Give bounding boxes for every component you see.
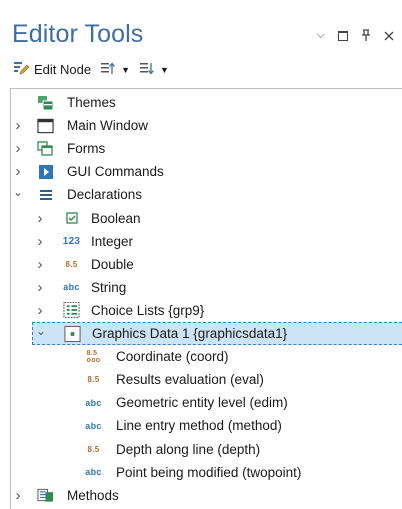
tree-node-forms[interactable]: › Forms <box>11 137 401 160</box>
close-icon[interactable] <box>384 30 394 43</box>
expand-chevron-icon[interactable]: › <box>13 163 23 180</box>
tree-node-string[interactable]: › abc String <box>11 276 401 299</box>
expand-chevron-icon[interactable]: › <box>35 256 45 273</box>
tree-node-integer[interactable]: › 123 Integer <box>11 230 401 253</box>
move-up-dropdown[interactable]: ▼ <box>101 61 131 78</box>
tree-node-graphics-data[interactable]: ⌄ Graphics Data 1 {graphicsdata1} <box>32 322 402 345</box>
collapse-chevron-icon[interactable]: ⌄ <box>36 324 46 338</box>
tree-node-label: Forms <box>67 141 106 157</box>
double-icon: 8.5 <box>87 444 100 454</box>
tree-node-themes[interactable]: Themes <box>11 91 401 114</box>
tree-node-label: Methods <box>67 487 119 503</box>
tree-node-label: Integer <box>91 233 134 249</box>
edit-node-icon <box>14 61 30 78</box>
window-controls: ⌵ <box>317 29 394 43</box>
tree-node-label: Depth along line (depth) <box>116 441 261 457</box>
tree-node-label: Choice Lists {grp9} <box>91 302 205 318</box>
tree-node-label: Results evaluation (eval) <box>116 372 264 388</box>
toolbar: Edit Node ▼ ▼ <box>14 61 179 78</box>
collapse-chevron-icon[interactable]: ⌄ <box>13 185 23 199</box>
tree-node-declarations[interactable]: ⌄ Declarations <box>11 183 401 206</box>
tree-node-choice-lists[interactable]: › Choice Lists {grp9} <box>11 299 401 322</box>
boolean-icon <box>63 210 80 227</box>
tree-node-line-entry[interactable]: abc Line entry method (method) <box>11 414 401 437</box>
tree-node-label: GUI Commands <box>67 164 164 180</box>
string-icon: abc <box>85 420 102 431</box>
tree-node-gui-commands[interactable]: › GUI Commands <box>11 160 401 183</box>
tree-view: Themes › Main Window › Forms › GUI Commands ⌄ De… <box>10 88 402 509</box>
panel-menu-chevron-icon[interactable]: ⌵ <box>317 29 325 42</box>
tree-node-label: Boolean <box>91 210 141 226</box>
maximize-icon[interactable] <box>338 31 348 41</box>
tree-node-label: Declarations <box>67 187 143 203</box>
chevron-down-icon: ▼ <box>121 64 131 75</box>
graphics-data-icon <box>64 325 81 342</box>
tree-node-point-mod[interactable]: abc Point being modified (twopoint) <box>11 461 401 484</box>
tree-node-label: Graphics Data 1 {graphicsdata1} <box>92 326 288 341</box>
tree-node-label: Line entry method (method) <box>116 418 282 434</box>
choice-list-icon <box>63 302 80 319</box>
tree-node-label: Coordinate (coord) <box>116 349 229 365</box>
chevron-down-icon: ▼ <box>160 64 169 75</box>
expand-chevron-icon[interactable]: › <box>35 233 45 250</box>
move-down-icon <box>140 62 155 78</box>
tree-node-label: Main Window <box>67 118 149 134</box>
edit-node-button[interactable]: Edit Node <box>14 61 91 78</box>
declarations-icon <box>37 186 54 203</box>
tree-node-label: Themes <box>67 95 116 110</box>
gui-commands-icon <box>37 163 54 180</box>
move-down-dropdown[interactable]: ▼ <box>140 62 169 78</box>
tree-node-label: String <box>91 279 127 295</box>
tree-node-boolean[interactable]: › Boolean <box>11 207 401 230</box>
string-icon: abc <box>85 397 102 408</box>
expand-chevron-icon[interactable]: › <box>35 210 45 227</box>
tree-node-coordinate[interactable]: 8.5 ooo Coordinate (coord) <box>11 345 401 368</box>
tree-node-geom-entity[interactable]: abc Geometric entity level (edim) <box>11 391 401 414</box>
themes-icon <box>37 94 54 111</box>
string-icon: abc <box>63 282 80 293</box>
forms-icon <box>37 140 54 157</box>
coordinate-icon: 8.5 ooo <box>86 349 101 364</box>
expand-chevron-icon[interactable]: › <box>13 140 23 157</box>
double-icon: 8.5 <box>65 259 78 269</box>
expand-chevron-icon[interactable]: › <box>13 487 23 504</box>
methods-icon <box>37 487 54 504</box>
window-icon <box>37 117 54 134</box>
tree-node-label: Double <box>91 256 134 272</box>
move-up-icon <box>101 61 116 78</box>
tree-node-double[interactable]: › 8.5 Double <box>11 253 401 276</box>
string-icon: abc <box>85 467 102 478</box>
tree-node-main-window[interactable]: › Main Window <box>11 114 401 137</box>
integer-icon: 123 <box>62 235 81 247</box>
double-icon: 8.5 <box>87 375 100 385</box>
expand-chevron-icon[interactable]: › <box>35 279 45 296</box>
tree-node-label: Geometric entity level (edim) <box>116 395 288 411</box>
panel-title: Editor Tools <box>12 20 144 48</box>
expand-chevron-icon[interactable]: › <box>35 302 45 319</box>
tree-node-label: Point being modified (twopoint) <box>116 464 302 480</box>
tree-node-depth[interactable]: 8.5 Depth along line (depth) <box>11 438 401 461</box>
tree-node-methods[interactable]: › Methods <box>11 484 401 507</box>
tree-node-results-eval[interactable]: 8.5 Results evaluation (eval) <box>11 368 401 391</box>
edit-node-label: Edit Node <box>34 62 92 77</box>
pin-icon[interactable] <box>361 29 371 43</box>
expand-chevron-icon[interactable]: › <box>13 117 23 134</box>
